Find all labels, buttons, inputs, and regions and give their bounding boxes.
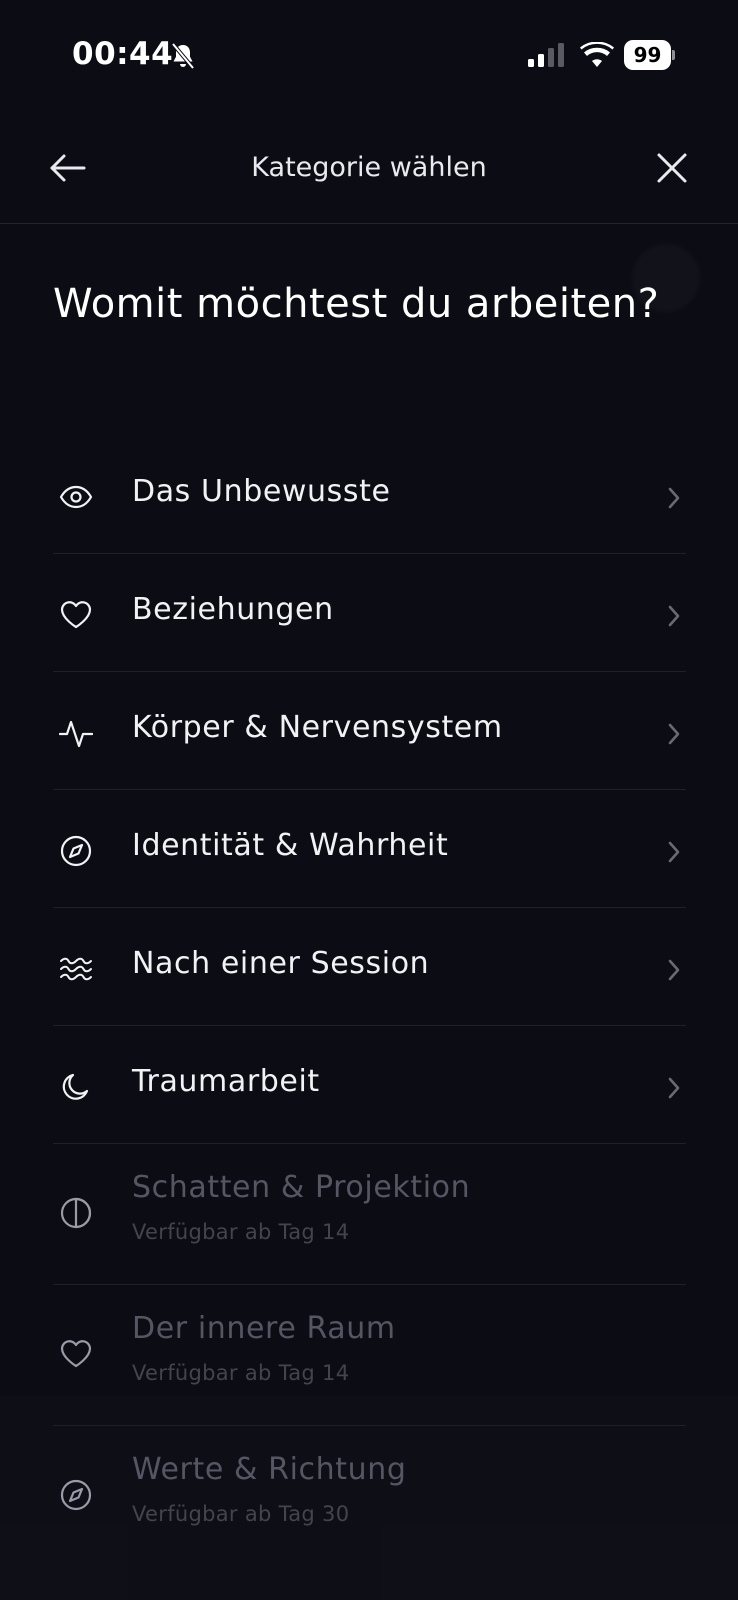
availability-note: Verfügbar ab Tag 30: [132, 1502, 350, 1526]
eye-icon: [59, 485, 93, 509]
sheet-header: Kategorie wählen: [0, 110, 738, 224]
category-item-traumarbeit[interactable]: Traumarbeit: [53, 1026, 686, 1144]
category-item-identitaet[interactable]: Identität & Wahrheit: [53, 790, 686, 908]
close-icon[interactable]: [650, 146, 694, 190]
sheet-title: Kategorie wählen: [251, 152, 487, 183]
category-label: Der innere Raum: [132, 1311, 396, 1346]
screen: 00:44 99 Kategorie wählen Womit möchtest…: [0, 0, 738, 1600]
category-label: Körper & Nervensystem: [132, 710, 503, 745]
heart-icon: [60, 601, 92, 629]
pulse-icon: [59, 720, 93, 748]
battery-level: 99: [633, 43, 662, 67]
chevron-right-icon: [668, 959, 680, 981]
category-list: Das Unbewusste Beziehungen Körper & Nerv…: [53, 436, 686, 1567]
availability-note: Verfügbar ab Tag 14: [132, 1361, 350, 1385]
wifi-icon: [580, 42, 614, 67]
heart-icon: [60, 1340, 92, 1368]
cellular-signal-icon: [528, 43, 564, 67]
chevron-right-icon: [668, 1077, 680, 1099]
chevron-right-icon: [668, 605, 680, 627]
category-item-schatten-locked: Schatten & Projektion Verfügbar ab Tag 1…: [53, 1144, 686, 1285]
category-label: Traumarbeit: [132, 1064, 320, 1099]
half-circle-icon: [60, 1197, 92, 1229]
availability-note: Verfügbar ab Tag 14: [132, 1220, 350, 1244]
category-item-beziehungen[interactable]: Beziehungen: [53, 554, 686, 672]
category-item-werte-locked: Werte & Richtung Verfügbar ab Tag 30: [53, 1426, 686, 1567]
category-item-unbewusste[interactable]: Das Unbewusste: [53, 436, 686, 554]
compass-icon: [60, 1479, 92, 1511]
chevron-right-icon: [668, 723, 680, 745]
bell-muted-icon: [171, 42, 195, 70]
moon-icon: [62, 1073, 89, 1100]
status-bar: 00:44 99: [0, 0, 738, 110]
category-item-innerer-raum-locked: Der innere Raum Verfügbar ab Tag 14: [53, 1285, 686, 1426]
category-label: Schatten & Projektion: [132, 1170, 471, 1205]
compass-icon: [60, 835, 92, 867]
category-label: Nach einer Session: [132, 946, 430, 981]
status-time: 00:44: [72, 36, 174, 72]
category-item-session[interactable]: Nach einer Session: [53, 908, 686, 1026]
battery-tip: [672, 50, 675, 60]
category-label: Identität & Wahrheit: [132, 828, 449, 863]
battery-indicator: 99: [624, 40, 675, 70]
category-label: Werte & Richtung: [132, 1452, 407, 1487]
page-heading: Womit möchtest du arbeiten?: [53, 281, 660, 327]
category-label: Beziehungen: [132, 592, 334, 627]
chevron-right-icon: [668, 841, 680, 863]
waves-icon: [60, 957, 92, 981]
category-item-koerper[interactable]: Körper & Nervensystem: [53, 672, 686, 790]
category-label: Das Unbewusste: [132, 474, 391, 509]
chevron-right-icon: [668, 487, 680, 509]
